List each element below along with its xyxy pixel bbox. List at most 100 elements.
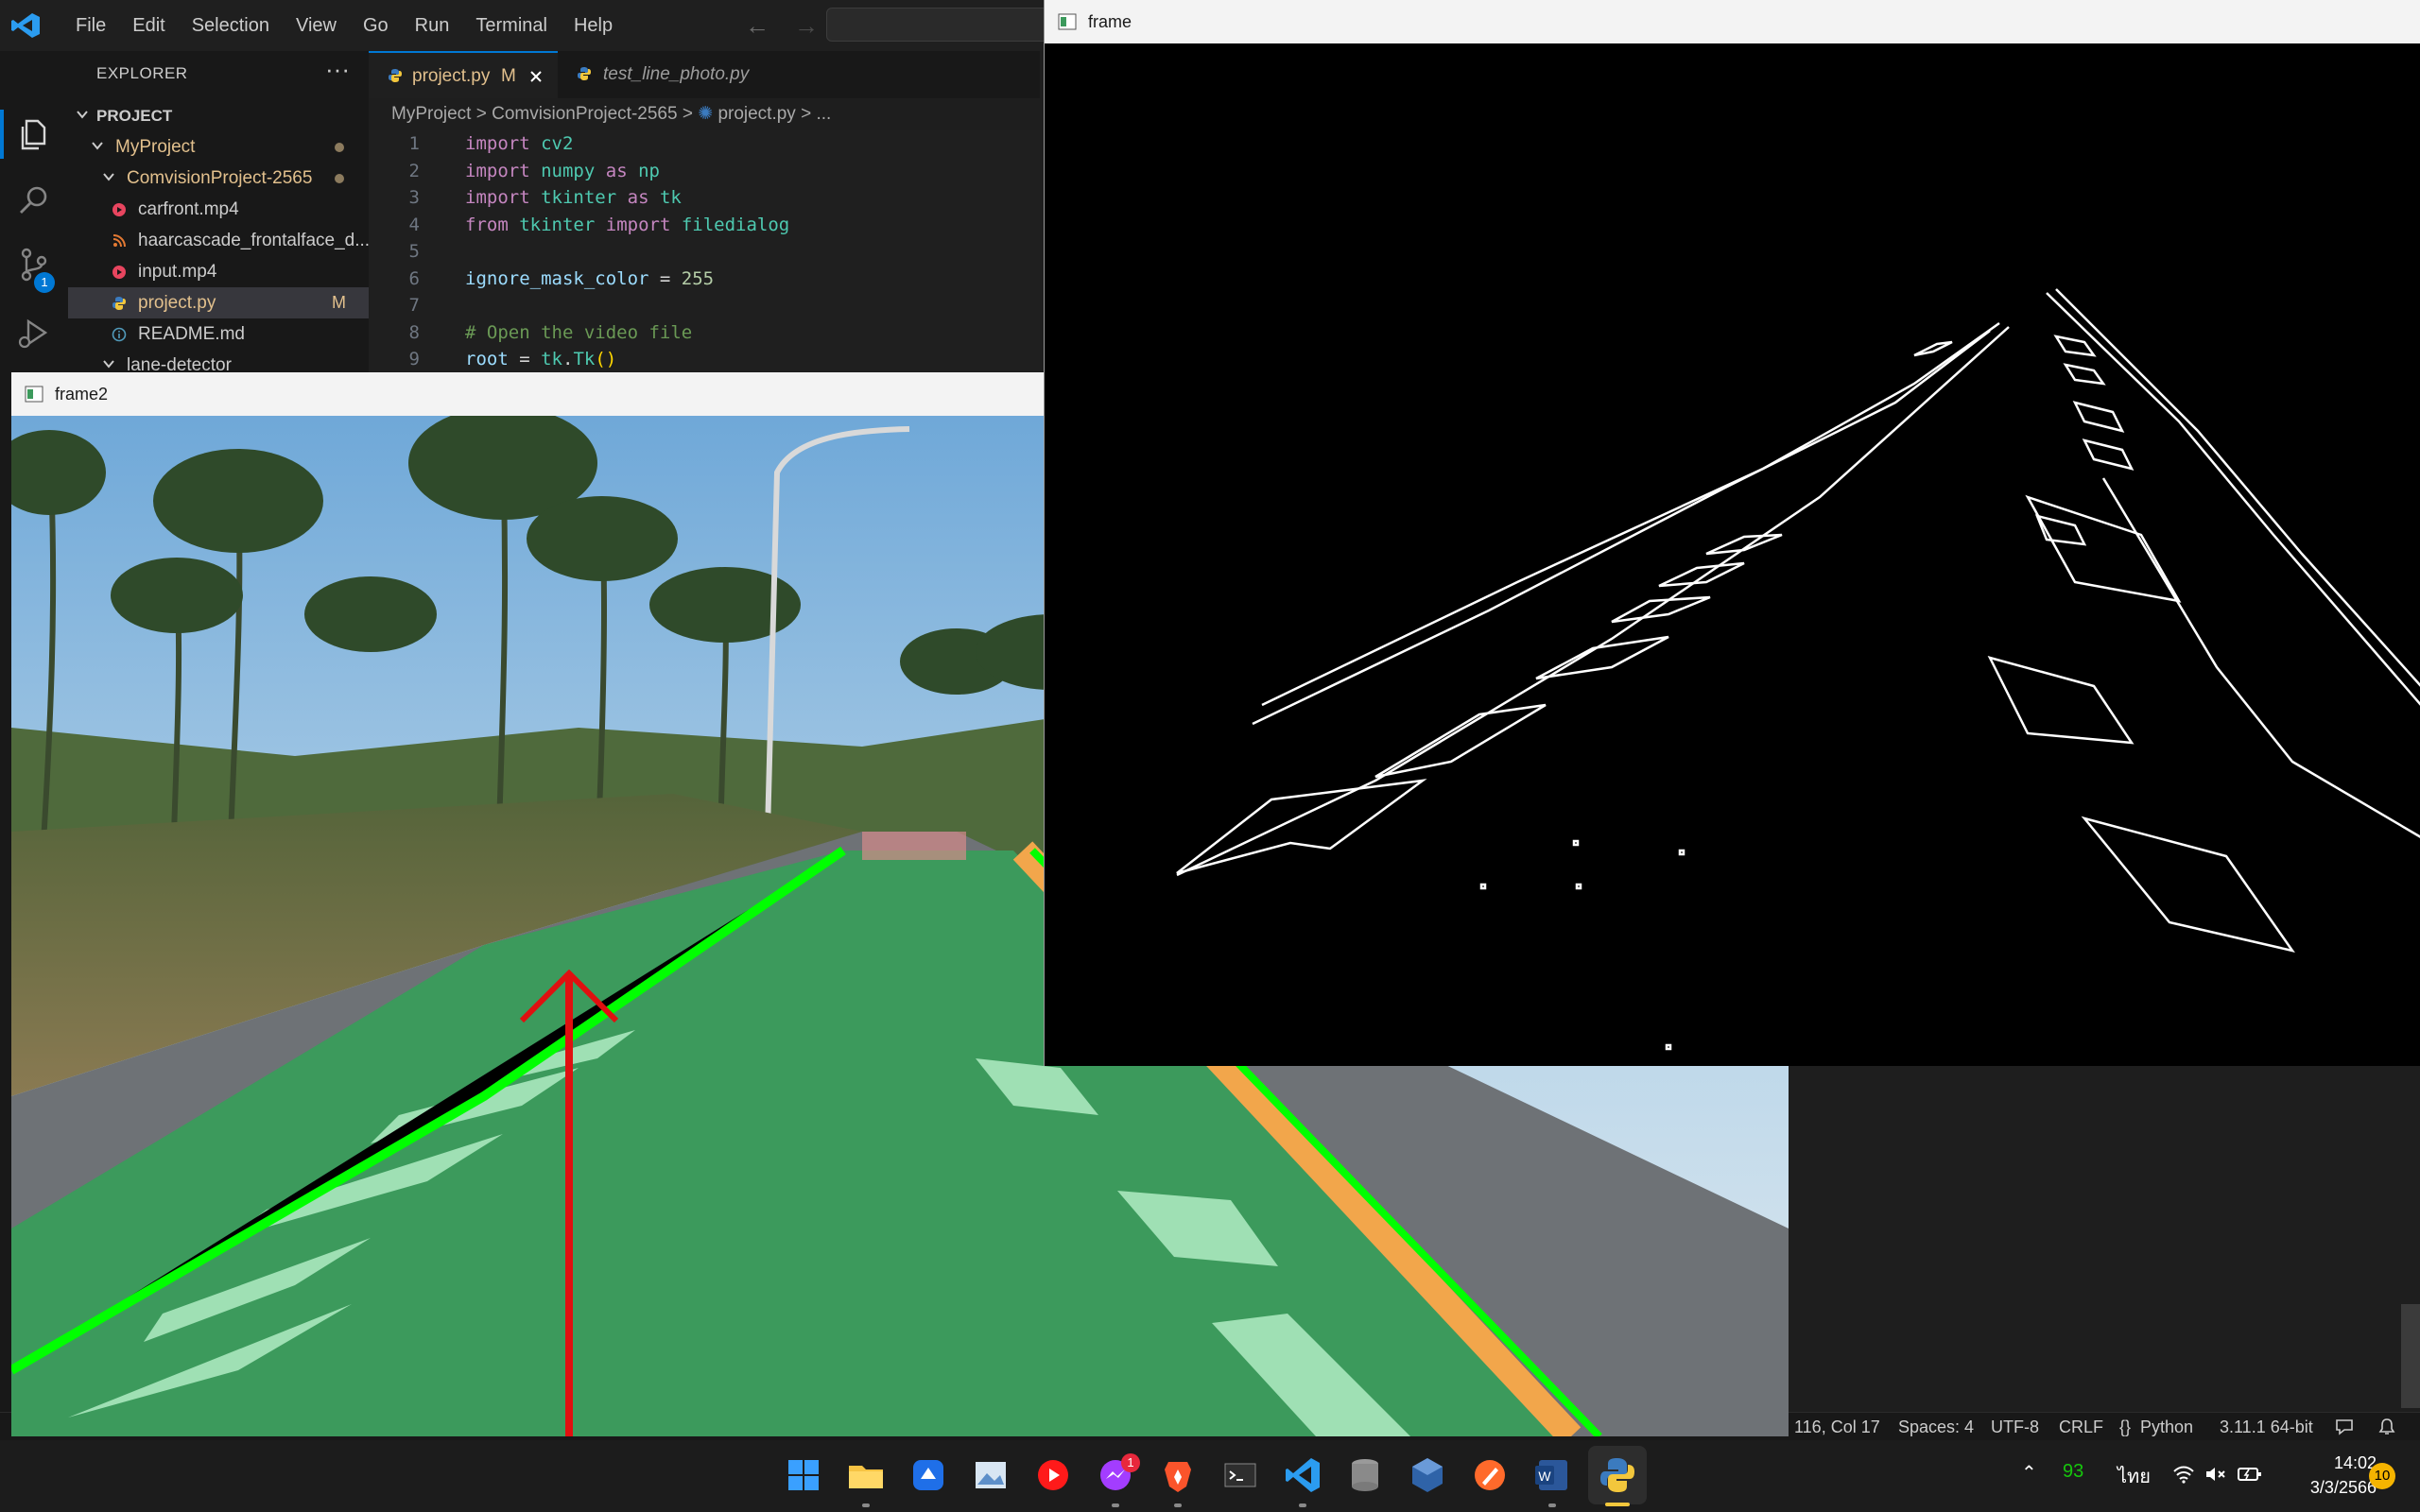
tab-project-py[interactable]: project.py M [369, 51, 558, 98]
modified-flag: M [332, 293, 346, 312]
tree-item-comvisionproject[interactable]: ComvisionProject-2565 [68, 163, 369, 194]
code-text: import numpy as np [465, 158, 660, 185]
code-token: root [465, 349, 509, 369]
python-icon[interactable] [1595, 1452, 1640, 1498]
vscode-icon[interactable] [1280, 1452, 1325, 1498]
line-number: 6 [408, 267, 420, 289]
menu-file[interactable]: File [62, 0, 119, 51]
tree-item-project-py[interactable]: project.py M [68, 287, 369, 318]
wifi-icon[interactable] [2172, 1465, 2195, 1484]
menu-edit[interactable]: Edit [119, 0, 178, 51]
battery-icon[interactable] [2237, 1465, 2263, 1484]
clock-date[interactable]: 3/3/2566 [2269, 1478, 2377, 1498]
code-text: # Open the video file [465, 319, 692, 347]
status-encoding[interactable]: UTF-8 [1991, 1413, 2039, 1441]
file-explorer-icon[interactable] [843, 1452, 889, 1498]
status-cursor-position[interactable]: 116, Col 17 [1794, 1413, 1880, 1441]
code-text: import cv2 [465, 130, 573, 158]
running-indicator [1112, 1503, 1119, 1507]
editor-background [1789, 1066, 2420, 1440]
code-token: tkinter [519, 214, 596, 235]
code-line[interactable]: 7 [369, 292, 1040, 319]
tree-item-input[interactable]: input.mp4 [68, 256, 369, 287]
editor-tabs: project.py M test_line_photo.py [369, 51, 1040, 98]
code-line[interactable]: 8 # Open the video file [369, 319, 1040, 347]
tab-test-line-photo[interactable]: test_line_photo.py [558, 51, 785, 98]
code-token: = [508, 349, 542, 369]
breadcrumb-item[interactable]: MyProject [391, 104, 471, 124]
tree-root-project[interactable]: PROJECT [68, 100, 369, 131]
chevron-down-icon [92, 142, 103, 150]
close-icon[interactable] [529, 70, 543, 83]
status-eol[interactable]: CRLF [2059, 1413, 2103, 1441]
input-language[interactable]: ไทย [2118, 1461, 2151, 1491]
explorer-icon[interactable] [15, 115, 53, 153]
notification-badge[interactable]: 10 [2369, 1463, 2395, 1489]
status-indentation[interactable]: Spaces: 4 [1898, 1413, 1974, 1441]
bell-icon[interactable] [2378, 1418, 2395, 1436]
code-editor[interactable]: 1 import cv2 2 import numpy as np 3 import tk… [369, 130, 1040, 376]
code-token: 255 [681, 267, 715, 289]
code-line[interactable]: 1 import cv2 [369, 130, 1040, 158]
breadcrumb-item[interactable]: ComvisionProject-2565 [492, 104, 677, 124]
tree-item-myproject[interactable]: MyProject [68, 131, 369, 163]
tree-item-haarcascade[interactable]: haarcascade_frontalface_d... [68, 225, 371, 256]
menubar: File Edit Selection View Go Run Terminal… [62, 0, 626, 51]
menu-terminal[interactable]: Terminal [462, 0, 561, 51]
word-icon[interactable]: W [1530, 1452, 1575, 1498]
code-line[interactable]: 2 import numpy as np [369, 158, 1040, 185]
menu-view[interactable]: View [283, 0, 350, 51]
tree-item-carfront[interactable]: carfront.mp4 [68, 194, 369, 225]
chevron-up-icon[interactable]: ⌃ [2021, 1461, 2037, 1485]
status-interpreter[interactable]: 3.11.1 64-bit [2220, 1413, 2313, 1441]
windows-taskbar: 1 W ⌃ 93 ไทย 14:02 3/3/2566 10 [0, 1440, 2420, 1512]
database-icon[interactable] [1342, 1452, 1388, 1498]
scrollbar[interactable] [2401, 1304, 2420, 1408]
app-blue-icon[interactable] [906, 1452, 951, 1498]
code-token: np [638, 160, 660, 181]
tree-label: haarcascade_frontalface_d... [138, 231, 371, 250]
code-line[interactable]: 5 [369, 238, 1040, 266]
python-file-icon [578, 67, 591, 80]
pen-app-icon[interactable] [1467, 1452, 1512, 1498]
code-token: as [605, 160, 628, 181]
code-line[interactable]: 6 ignore_mask_color = 255 [369, 266, 1040, 293]
tree-label: carfront.mp4 [138, 199, 239, 219]
more-actions-icon[interactable]: ··· [325, 55, 350, 84]
youtube-music-icon[interactable] [1030, 1452, 1076, 1498]
menu-help[interactable]: Help [561, 0, 626, 51]
code-token: import [465, 133, 530, 154]
virtualbox-icon[interactable] [1405, 1452, 1450, 1498]
arrow-left-icon[interactable]: ← [745, 11, 769, 41]
code-line[interactable]: 4 from tkinter import filedialog [369, 212, 1040, 239]
clock-time[interactable]: 14:02 [2278, 1453, 2377, 1473]
feedback-icon[interactable] [2335, 1418, 2354, 1435]
brave-icon[interactable] [1155, 1452, 1201, 1498]
navigation-arrows: ← → [745, 11, 819, 41]
arrow-right-icon[interactable]: → [794, 11, 819, 41]
breadcrumb-item[interactable]: project.py [717, 104, 795, 124]
run-debug-icon[interactable] [15, 314, 53, 352]
window-title: frame [1088, 12, 1132, 31]
speaker-muted-icon[interactable] [2204, 1465, 2227, 1484]
menu-go[interactable]: Go [350, 0, 402, 51]
menu-run[interactable]: Run [402, 0, 463, 51]
breadcrumb-item[interactable]: ... [816, 104, 831, 124]
command-center-search[interactable] [826, 8, 1053, 42]
start-icon[interactable] [781, 1452, 826, 1498]
window-titlebar[interactable]: frame [1045, 0, 2420, 43]
source-control-badge: 1 [34, 272, 55, 293]
frame-window[interactable]: frame [1044, 0, 2420, 1066]
tree-item-readme[interactable]: README.md [68, 318, 369, 350]
code-line[interactable]: 3 import tkinter as tk [369, 184, 1040, 212]
code-line[interactable]: 9 root = tk.Tk() [369, 346, 1040, 373]
menu-selection[interactable]: Selection [179, 0, 283, 51]
terminal-icon[interactable] [1218, 1452, 1263, 1498]
photos-icon[interactable] [968, 1452, 1013, 1498]
search-icon[interactable] [15, 181, 53, 219]
status-language[interactable]: Python [2140, 1413, 2193, 1441]
